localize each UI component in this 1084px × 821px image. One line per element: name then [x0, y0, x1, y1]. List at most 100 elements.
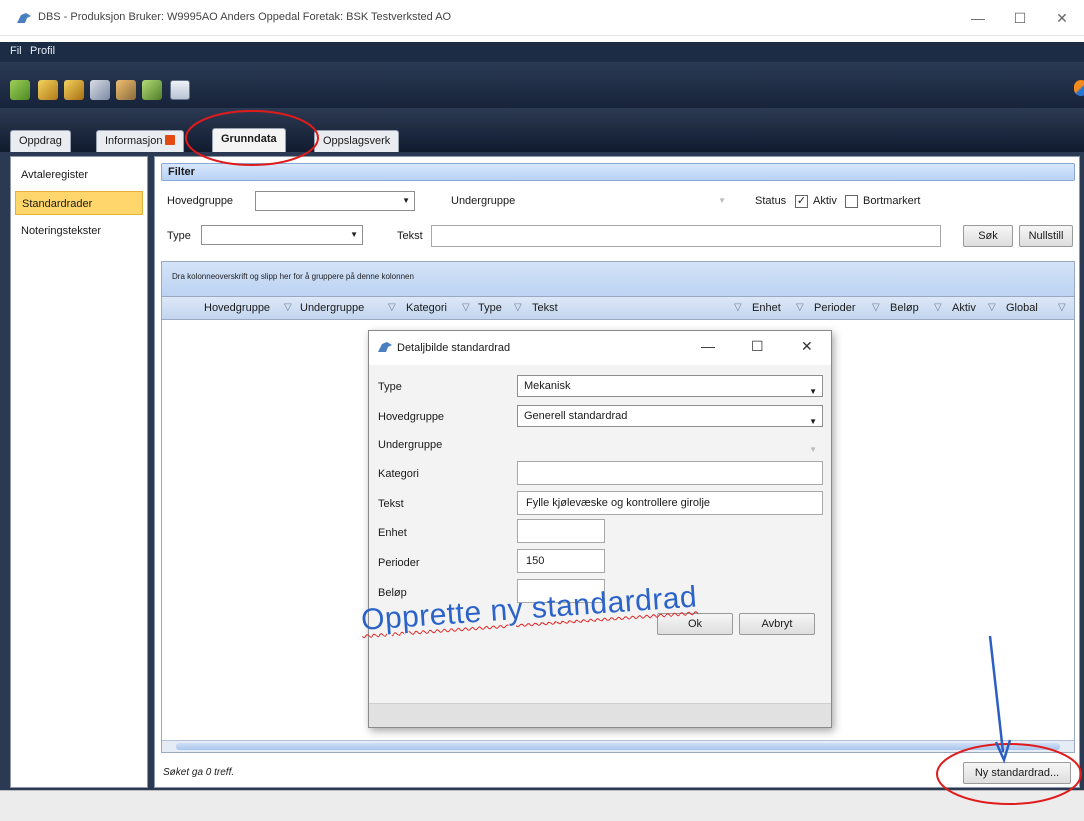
menu-profil[interactable]: Profil [30, 45, 55, 57]
col-undergruppe[interactable]: Undergruppe [300, 302, 364, 314]
grid-column-header: Hovedgruppe ▽ Undergruppe ▽ Kategori ▽ T… [162, 296, 1074, 320]
app-horse-icon [378, 342, 392, 352]
column-filter-icon[interactable]: ▽ [284, 302, 292, 313]
column-filter-icon[interactable]: ▽ [796, 302, 804, 313]
reset-button[interactable]: Nullstill [1019, 225, 1073, 247]
dialog-belop-label: Beløp [378, 587, 407, 599]
window-close-button[interactable]: ✕ [1052, 8, 1072, 28]
tekst-input[interactable] [431, 225, 941, 247]
dialog-type-value: Mekanisk [524, 380, 571, 392]
column-filter-icon[interactable]: ▽ [988, 302, 996, 313]
tab-oppslagsverk[interactable]: Oppslagsverk [314, 130, 400, 152]
person-green-icon[interactable] [142, 80, 162, 100]
col-tekst[interactable]: Tekst [532, 302, 558, 314]
notification-badge-icon [165, 135, 176, 145]
column-filter-icon[interactable]: ▽ [388, 302, 396, 313]
search-button[interactable]: Søk [963, 225, 1013, 247]
type-select[interactable]: ▼ [201, 225, 363, 245]
col-perioder[interactable]: Perioder [814, 302, 856, 314]
dialog-titlebar: Detaljbilde standardrad — ☐ ✕ [369, 331, 831, 365]
group-by-panel[interactable]: Dra kolonneoverskrift og slipp her for å… [162, 262, 1074, 296]
tab-label: Oppslagsverk [323, 135, 391, 147]
chevron-down-icon: ▼ [809, 387, 817, 396]
col-hovedgruppe[interactable]: Hovedgruppe [204, 302, 270, 314]
dialog-footer [369, 703, 831, 727]
hovedgruppe-label: Hovedgruppe [167, 195, 234, 207]
detail-dialog: Detaljbilde standardrad — ☐ ✕ Type Mekan… [368, 330, 832, 728]
window-minimize-button[interactable]: — [968, 8, 988, 28]
dialog-undergruppe-select: ▼ [517, 433, 823, 455]
dialog-enhet-label: Enhet [378, 527, 407, 539]
brand-logo-icon [1074, 80, 1084, 96]
chevron-down-icon: ▼ [402, 196, 410, 205]
chevron-down-icon: ▼ [809, 445, 817, 454]
column-filter-icon[interactable]: ▽ [514, 302, 522, 313]
tab-strip: Oppdrag Informasjon Grunndata Oppslagsve… [0, 108, 1084, 152]
dialog-undergruppe-label: Undergruppe [378, 439, 443, 451]
col-belop[interactable]: Beløp [890, 302, 919, 314]
bortmarkert-label: Bortmarkert [863, 195, 921, 207]
sidebar: Avtaleregister Standardrader Noteringste… [10, 156, 148, 788]
dialog-hovedgruppe-select[interactable]: Generell standardrad ▼ [517, 405, 823, 427]
tab-informasjon[interactable]: Informasjon [96, 130, 185, 152]
sidebar-item-noteringstekster[interactable]: Noteringstekster [15, 219, 143, 243]
col-enhet[interactable]: Enhet [752, 302, 781, 314]
aktiv-checkbox[interactable]: ✓ [795, 195, 808, 208]
dialog-perioder-input[interactable]: 150 [517, 549, 605, 573]
tab-label: Oppdrag [19, 135, 62, 147]
chevron-down-icon: ▼ [350, 230, 358, 239]
chevron-down-icon: ▼ [718, 196, 726, 205]
menu-fil[interactable]: Fil [10, 45, 22, 57]
col-global[interactable]: Global [1006, 302, 1038, 314]
col-type[interactable]: Type [478, 302, 502, 314]
result-count-text: Søket ga 0 treff. [163, 767, 235, 778]
car-add-icon[interactable] [10, 80, 30, 100]
person-car-icon[interactable] [90, 80, 110, 100]
dialog-tekst-label: Tekst [378, 498, 404, 510]
sidebar-item-standardrader[interactable]: Standardrader [15, 191, 143, 215]
dialog-maximize-button[interactable]: ☐ [751, 338, 764, 355]
bortmarkert-checkbox[interactable] [845, 195, 858, 208]
tools-icon[interactable] [38, 80, 58, 100]
toolbar [0, 62, 1084, 108]
dialog-minimize-button[interactable]: — [701, 338, 715, 354]
calendar-icon[interactable] [170, 80, 190, 100]
dialog-cancel-button[interactable]: Avbryt [739, 613, 815, 635]
tab-grunndata[interactable]: Grunndata [212, 128, 286, 152]
status-bar [0, 790, 1084, 821]
window-maximize-button[interactable]: ☐ [1010, 8, 1030, 28]
dialog-enhet-input[interactable] [517, 519, 605, 543]
dialog-close-button[interactable]: ✕ [801, 338, 813, 355]
scrollbar-thumb[interactable] [176, 743, 1060, 750]
tab-label: Grunndata [221, 133, 277, 145]
dialog-kategori-input[interactable] [517, 461, 823, 485]
horizontal-scrollbar[interactable] [162, 740, 1074, 752]
column-filter-icon[interactable]: ▽ [872, 302, 880, 313]
sidebar-item-avtaleregister[interactable]: Avtaleregister [15, 163, 143, 187]
col-kategori[interactable]: Kategori [406, 302, 447, 314]
undergruppe-select: ▼ [555, 191, 731, 211]
tekst-label: Tekst [397, 230, 423, 242]
menu-bar: Fil Profil [0, 42, 1084, 62]
undergruppe-label: Undergruppe [451, 195, 516, 207]
dialog-type-select[interactable]: Mekanisk ▼ [517, 375, 823, 397]
column-filter-icon[interactable]: ▽ [462, 302, 470, 313]
dialog-title: Detaljbilde standardrad [397, 342, 511, 354]
tab-oppdrag[interactable]: Oppdrag [10, 130, 71, 152]
hovedgruppe-select[interactable]: ▼ [255, 191, 415, 211]
app-horse-icon [17, 13, 31, 23]
window-title: DBS - Produksjon Bruker: W9995AO Anders … [38, 11, 452, 23]
dialog-tekst-input[interactable]: Fylle kjølevæske og kontrollere girolje [517, 491, 823, 515]
dialog-hovedgruppe-label: Hovedgruppe [378, 411, 445, 423]
checkmark-icon: ✓ [796, 195, 807, 207]
dialog-perioder-label: Perioder [378, 557, 420, 569]
column-filter-icon[interactable]: ▽ [934, 302, 942, 313]
status-label: Status [755, 195, 787, 207]
person-money-icon[interactable] [116, 80, 136, 100]
tools-small-icon[interactable] [64, 80, 84, 100]
new-standardrad-button[interactable]: Ny standardrad... [963, 762, 1071, 784]
dialog-kategori-label: Kategori [378, 468, 419, 480]
column-filter-icon[interactable]: ▽ [1058, 302, 1066, 313]
column-filter-icon[interactable]: ▽ [734, 302, 742, 313]
col-aktiv[interactable]: Aktiv [952, 302, 976, 314]
